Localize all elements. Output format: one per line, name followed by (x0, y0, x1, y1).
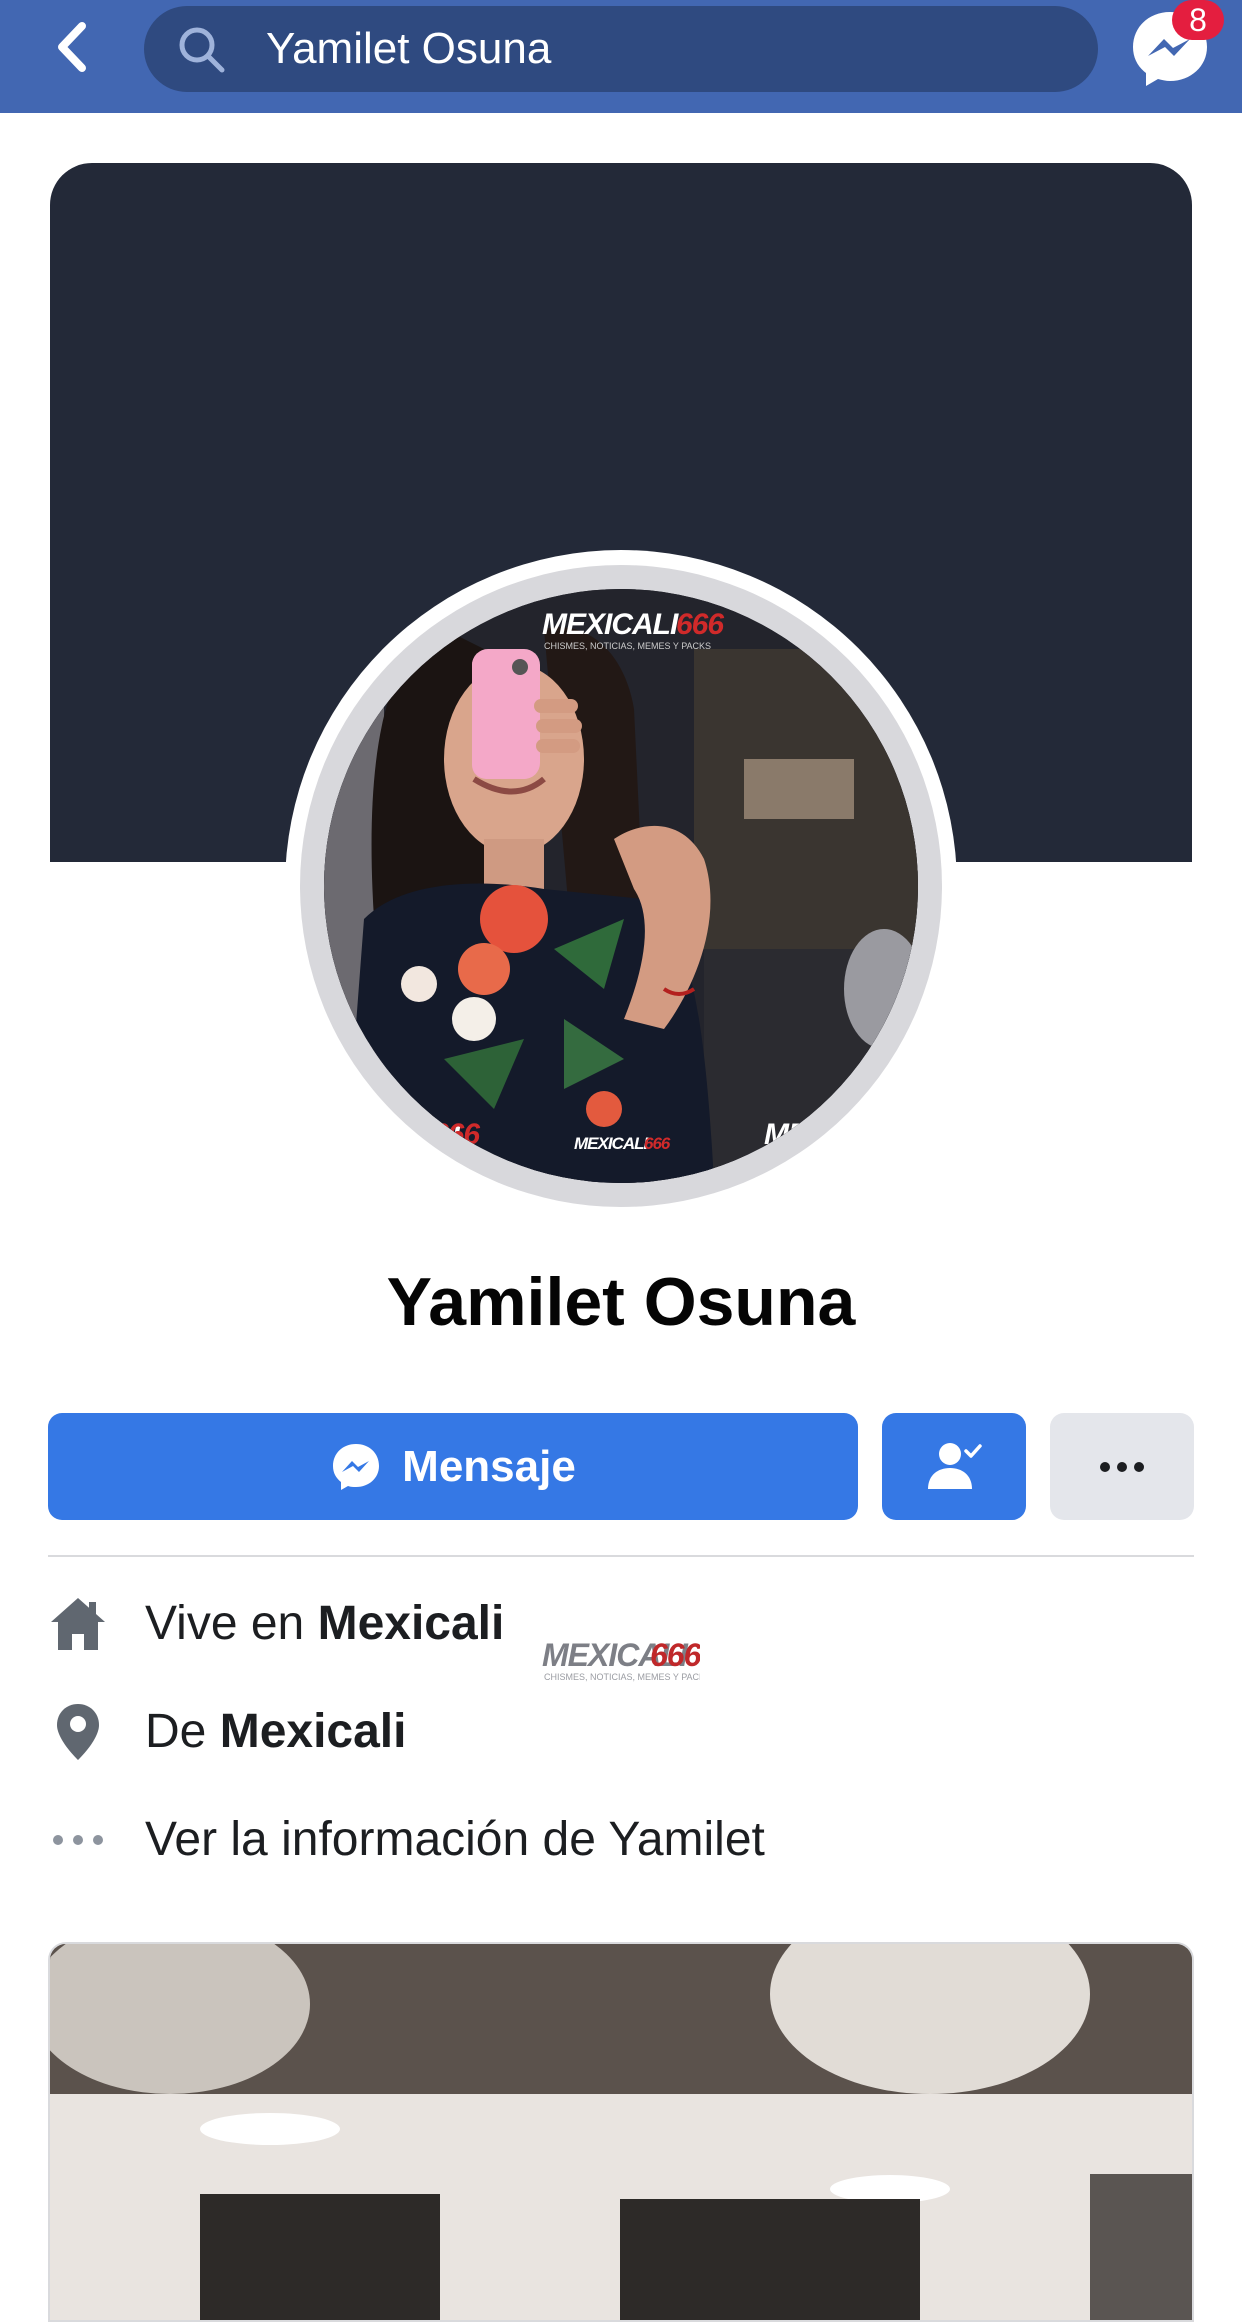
lives-in-prefix: Vive en (145, 1597, 305, 1650)
notification-badge: 8 (1172, 0, 1224, 40)
section-divider (48, 1555, 1194, 1557)
profile-photo-image: MEXICALI 666 CHISMES, NOTICIAS, MEMES Y … (324, 589, 918, 1183)
svg-text:CHISMES, NOTICIAS, MEMES Y PAC: CHISMES, NOTICIAS, MEMES Y PACKS (544, 641, 711, 651)
top-bar: Yamilet Osuna 8 (0, 0, 1242, 113)
svg-text:MEXICALI: MEXICALI (574, 1134, 650, 1153)
search-query-text[interactable]: Yamilet Osuna (266, 6, 551, 92)
home-icon (48, 1594, 108, 1654)
svg-text:MEXICALI: MEXICALI (542, 608, 679, 641)
search-icon (179, 27, 225, 73)
from-city[interactable]: Mexicali (220, 1705, 407, 1758)
svg-text:666: 666 (650, 1637, 700, 1673)
more-options-button[interactable] (1050, 1413, 1194, 1520)
watermark-bottom-center: MEXICALI 666 (574, 1134, 672, 1153)
profile-name: Yamilet Osuna (386, 1264, 856, 1340)
profile-picture[interactable]: MEXICALI 666 CHISMES, NOTICIAS, MEMES Y … (324, 589, 918, 1183)
photo-card[interactable] (48, 1942, 1194, 2322)
svg-text:666: 666 (872, 1118, 918, 1151)
location-pin-icon (48, 1702, 108, 1762)
watermark-logo: MEXICALI 666 CHISMES, NOTICIAS, MEMES Y … (542, 1637, 700, 1682)
svg-text:666: 666 (676, 608, 724, 641)
friend-check-icon (928, 1442, 982, 1489)
more-dots-icon (1100, 1461, 1144, 1472)
info-from: De Mexicali (48, 1692, 1194, 1772)
message-button[interactable]: Mensaje (48, 1413, 858, 1520)
featured-photo-image (50, 1944, 1192, 2320)
from-prefix: De (145, 1705, 207, 1758)
back-button[interactable] (40, 12, 104, 82)
message-button-label: Mensaje (402, 1441, 576, 1491)
svg-text:666: 666 (644, 1134, 671, 1153)
messenger-icon (333, 1443, 380, 1490)
watermark-top: MEXICALI 666 CHISMES, NOTICIAS, MEMES Y … (542, 608, 725, 651)
info-see-more[interactable]: Ver la información de Yamilet (48, 1800, 1194, 1880)
svg-text:CHISMES, NOTICIAS, MEMES Y PAC: CHISMES, NOTICIAS, MEMES Y PACKS (544, 1672, 700, 1682)
ellipsis-icon (48, 1810, 108, 1870)
lives-in-city[interactable]: Mexicali (318, 1597, 505, 1650)
search-field[interactable]: Yamilet Osuna (144, 6, 1098, 92)
friends-button[interactable] (882, 1413, 1026, 1520)
see-info-link[interactable]: Ver la información de Yamilet (145, 1813, 765, 1866)
chevron-left-icon (58, 22, 86, 72)
